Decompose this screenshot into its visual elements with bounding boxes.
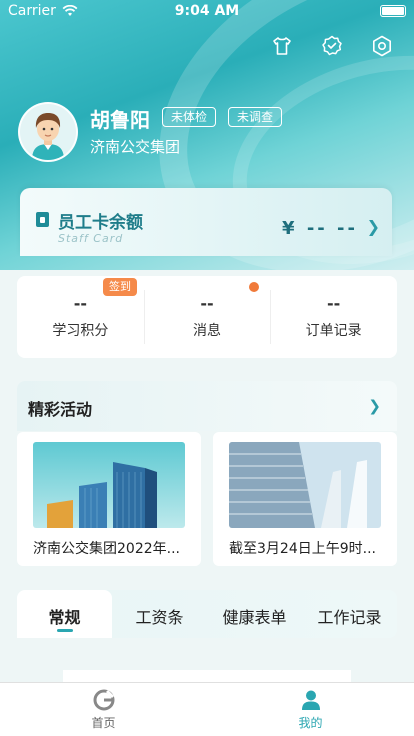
activities-header[interactable]: 精彩活动 ❯ [17, 381, 397, 431]
tab-label: 健康表单 [222, 608, 287, 627]
tab-label: 工作记录 [317, 608, 382, 627]
settings-icon[interactable] [370, 34, 394, 58]
activity-image [33, 442, 185, 528]
status-bar: Carrier 9:04 AM [0, 0, 414, 24]
tab-label: 工资条 [135, 608, 184, 627]
chevron-right-icon: ❯ [368, 397, 381, 415]
tab-work-records[interactable]: 工作记录 [302, 590, 397, 638]
tab-bar: 常规 工资条 健康表单 工作记录 [17, 590, 397, 638]
avatar[interactable] [18, 102, 78, 162]
badge-medical-status: 未体检 [162, 107, 217, 127]
activity-caption: 截至3月24日上午9时... [229, 541, 376, 557]
tab-payslip[interactable]: 工资条 [112, 590, 207, 638]
nav-label: 首页 [91, 716, 116, 730]
unread-dot [249, 282, 259, 292]
nav-mine[interactable]: 我的 [207, 683, 414, 736]
company-name: 济南公交集团 [90, 138, 181, 156]
stat-orders[interactable]: -- 订单记录 [270, 276, 397, 358]
stats-panel: -- 学习积分 -- 消息 -- 订单记录 [17, 276, 397, 358]
activity-card[interactable]: 济南公交集团2022年... [17, 432, 201, 566]
stat-label: 学习积分 [52, 323, 109, 339]
stat-value: -- [327, 294, 341, 313]
activity-caption: 济南公交集团2022年... [33, 541, 180, 557]
stat-value: -- [73, 294, 87, 313]
bottom-navigation: 首页 我的 [0, 682, 414, 736]
tab-health-form[interactable]: 健康表单 [207, 590, 302, 638]
clock: 9:04 AM [174, 3, 240, 19]
staff-card-balance[interactable]: 员工卡余额 Staff Card ¥ -- -- ❯ [20, 188, 392, 256]
user-icon [301, 690, 320, 710]
activity-image [229, 442, 381, 528]
tab-general[interactable]: 常规 [17, 590, 112, 638]
card-lock-icon [36, 212, 49, 227]
badge-survey-status: 未调查 [228, 107, 283, 127]
tab-label: 常规 [48, 608, 81, 627]
battery-icon [380, 5, 406, 17]
active-tab-indicator [56, 629, 73, 632]
activities-title: 精彩活动 [28, 400, 93, 419]
nav-home[interactable]: 首页 [0, 683, 207, 736]
stat-label: 消息 [193, 323, 221, 339]
top-actions [270, 34, 394, 58]
home-logo-icon [93, 689, 114, 711]
avatar-illustration [20, 104, 76, 160]
verified-badge-icon[interactable] [320, 34, 344, 58]
nav-label: 我的 [298, 716, 323, 730]
staff-card-subtitle: Staff Card [58, 232, 124, 245]
activity-card[interactable]: 截至3月24日上午9时... [213, 432, 397, 566]
staff-card-amount: ¥ -- -- [282, 218, 358, 239]
staff-card-title: 员工卡余额 [58, 213, 143, 233]
chevron-right-icon: ❯ [366, 217, 380, 236]
shirt-icon[interactable] [270, 34, 294, 58]
stat-value: -- [200, 294, 214, 313]
sign-in-tag[interactable]: 签到 [103, 278, 137, 296]
user-name: 胡鲁阳 [90, 108, 150, 132]
stat-label: 订单记录 [305, 323, 362, 339]
